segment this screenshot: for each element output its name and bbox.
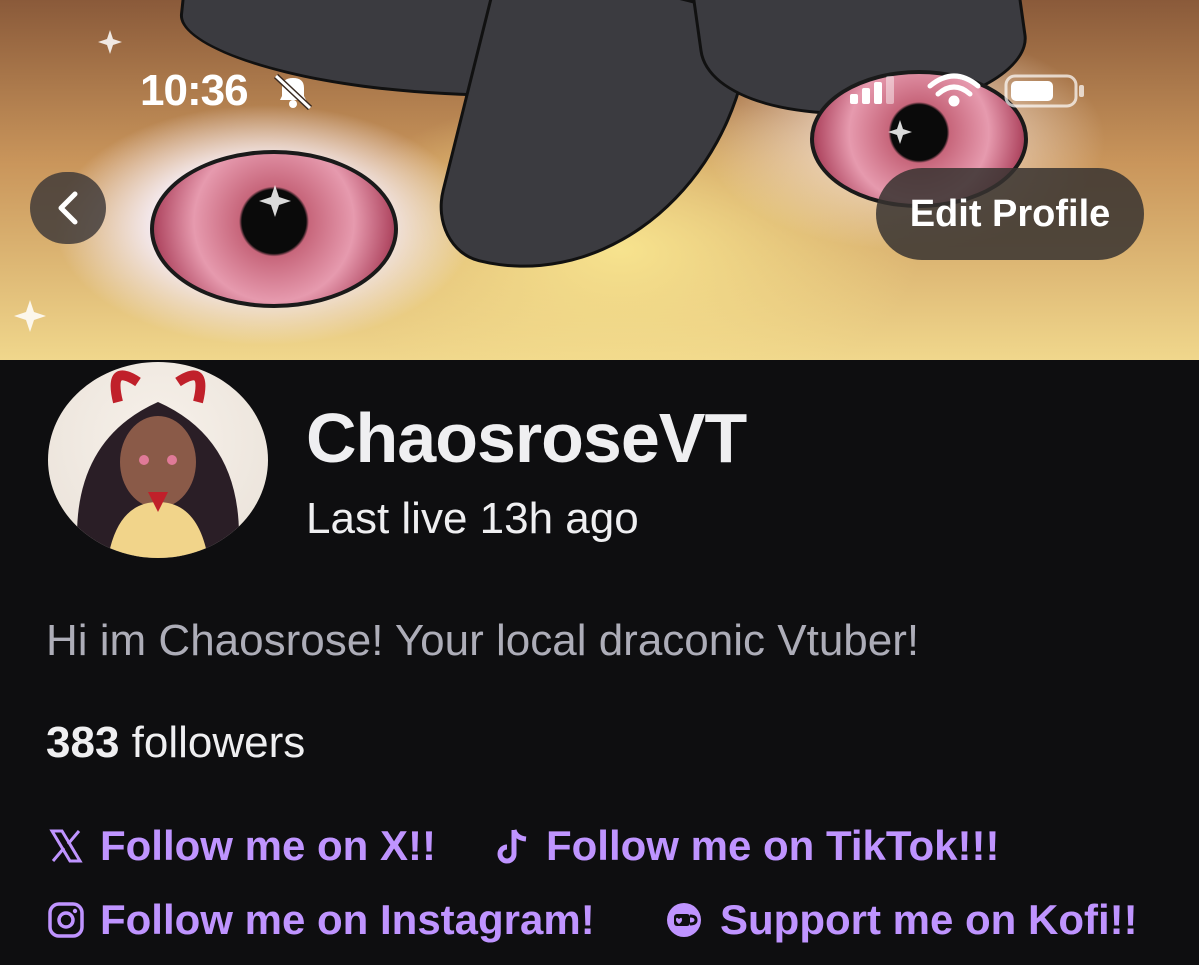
social-link-tiktok[interactable]: Follow me on TikTok!!! [496,822,999,870]
social-link-instagram[interactable]: Follow me on Instagram! [46,896,595,944]
wifi-icon [927,73,981,107]
followers-count: 383 followers [46,718,305,768]
social-link-label: Follow me on TikTok!!! [546,822,1000,869]
last-live-status: Last live 13h ago [306,494,639,543]
avatar[interactable] [48,362,268,558]
followers-number: 383 [46,718,120,767]
social-link-x[interactable]: Follow me on X!! [46,822,436,870]
edit-profile-button[interactable]: Edit Profile [876,168,1144,260]
back-button[interactable] [30,172,106,244]
status-time: 10:36 [140,66,249,115]
battery-icon [1004,74,1084,108]
social-link-label: Follow me on X!! [100,822,436,869]
social-link-label: Support me on Kofi!! [720,896,1138,943]
x-icon [49,829,83,863]
kofi-icon [667,903,701,937]
channel-bio: Hi im Chaosrose! Your local draconic Vtu… [46,616,920,665]
channel-name: ChaosroseVT [306,399,747,477]
instagram-icon [48,902,84,938]
tiktok-icon [497,829,527,864]
signal-icon [850,76,894,104]
social-link-label: Follow me on Instagram! [100,896,595,943]
social-link-kofi[interactable]: Support me on Kofi!! [664,896,1138,944]
followers-label: followers [119,718,306,767]
profile-banner: 10:36 Edit Profile [0,0,1199,360]
silent-bell-icon [273,73,313,111]
status-indicators [850,73,1084,108]
chevron-left-icon [58,191,78,225]
avatar-illustration [77,370,239,558]
